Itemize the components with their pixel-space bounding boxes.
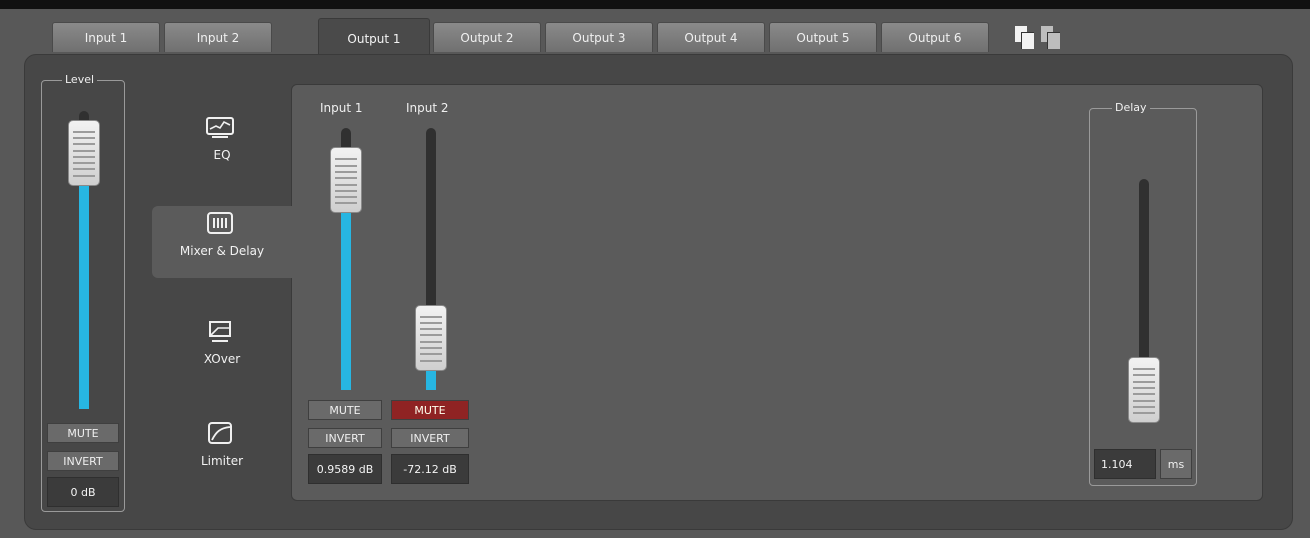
nav-item-label: XOver bbox=[203, 352, 241, 366]
tab-output-4[interactable]: Output 4 bbox=[657, 22, 765, 52]
mixer-icon bbox=[207, 212, 233, 234]
knob-grip-line bbox=[420, 340, 442, 343]
knob-grip-line bbox=[335, 189, 357, 192]
knob-grip-line bbox=[73, 143, 95, 146]
eq-icon bbox=[206, 117, 234, 138]
level-group: Level MUTE INVERT 0 dB bbox=[41, 73, 125, 512]
channel-1-value[interactable]: 0.9589 dB bbox=[308, 454, 382, 484]
tab-output-1[interactable]: Output 1 bbox=[318, 18, 430, 58]
tab-output-5[interactable]: Output 5 bbox=[769, 22, 877, 52]
channel-2-invert-button[interactable]: INVERT bbox=[391, 428, 469, 448]
knob-grip-line bbox=[73, 130, 95, 133]
level-invert-button[interactable]: INVERT bbox=[47, 451, 119, 471]
knob-grip-line bbox=[420, 321, 442, 324]
knob-grip-line bbox=[335, 170, 357, 173]
knob-grip-line bbox=[420, 359, 442, 362]
paste-icon[interactable] bbox=[1041, 26, 1060, 49]
copy-icon[interactable] bbox=[1015, 26, 1034, 49]
channel-1-invert-button[interactable]: INVERT bbox=[308, 428, 382, 448]
tab-output-3[interactable]: Output 3 bbox=[545, 22, 653, 52]
nav-item-label: Mixer & Delay bbox=[179, 244, 265, 258]
delay-label: Delay bbox=[1112, 101, 1150, 115]
channel-2-label: Input 2 bbox=[406, 101, 449, 115]
channel-1-mute-button[interactable]: MUTE bbox=[308, 400, 382, 420]
level-fader-knob[interactable] bbox=[68, 119, 100, 186]
nav-item-label: Limiter bbox=[200, 454, 244, 468]
knob-grip-line bbox=[420, 334, 442, 337]
knob-grip-line bbox=[73, 162, 95, 165]
knob-grip-line bbox=[73, 149, 95, 152]
knob-grip-line bbox=[1133, 380, 1155, 383]
nav-item-label: EQ bbox=[213, 148, 231, 162]
delay-fader-knob[interactable] bbox=[1128, 357, 1160, 424]
delay-unit-button[interactable]: ms bbox=[1160, 449, 1192, 479]
knob-grip-line bbox=[1133, 393, 1155, 396]
channel-1-fader-knob[interactable] bbox=[330, 147, 362, 214]
delay-group: Delay 1.104 ms bbox=[1089, 101, 1197, 486]
knob-grip-line bbox=[1133, 405, 1155, 408]
limiter-icon bbox=[208, 422, 232, 444]
tab-input-1[interactable]: Input 1 bbox=[52, 22, 160, 52]
knob-grip-line bbox=[1133, 374, 1155, 377]
channel-2-fader-knob[interactable] bbox=[415, 304, 447, 371]
knob-grip-line bbox=[1133, 399, 1155, 402]
nav-item-mixer-delay[interactable]: Mixer & Delay bbox=[152, 206, 292, 278]
knob-grip-line bbox=[73, 137, 95, 139]
delay-value[interactable]: 1.104 bbox=[1094, 449, 1156, 479]
level-fader-fill bbox=[79, 152, 89, 409]
knob-grip-line bbox=[420, 315, 442, 318]
level-mute-button[interactable]: MUTE bbox=[47, 423, 119, 443]
knob-grip-line bbox=[335, 202, 357, 205]
knob-grip-line bbox=[73, 174, 95, 177]
knob-grip-line bbox=[420, 328, 442, 331]
knob-grip-line bbox=[1133, 368, 1155, 371]
nav-item-limiter[interactable]: Limiter bbox=[152, 416, 292, 488]
knob-grip-line bbox=[335, 177, 357, 180]
tab-output-2[interactable]: Output 2 bbox=[433, 22, 541, 52]
knob-grip-line bbox=[420, 353, 442, 356]
crossover-icon bbox=[209, 321, 231, 342]
knob-grip-line bbox=[1133, 387, 1155, 390]
nav-item-xover[interactable]: XOver bbox=[152, 314, 292, 386]
level-label: Level bbox=[62, 73, 98, 87]
tab-bar: Input 1 Input 2 Output 1 Output 2 Output… bbox=[0, 0, 1310, 60]
knob-grip-line bbox=[335, 183, 357, 186]
knob-grip-line bbox=[335, 196, 357, 199]
tab-input-2[interactable]: Input 2 bbox=[164, 22, 272, 52]
tab-output-6[interactable]: Output 6 bbox=[881, 22, 989, 52]
nav-item-eq[interactable]: EQ bbox=[152, 110, 292, 182]
knob-grip-line bbox=[73, 155, 95, 158]
channel-2-mute-button[interactable]: MUTE bbox=[391, 400, 469, 420]
knob-grip-line bbox=[335, 158, 357, 161]
level-value[interactable]: 0 dB bbox=[47, 477, 119, 507]
channel-1-label: Input 1 bbox=[320, 101, 363, 115]
channel-2-value[interactable]: -72.12 dB bbox=[391, 454, 469, 484]
knob-grip-line bbox=[420, 347, 442, 350]
knob-grip-line bbox=[73, 168, 95, 171]
knob-grip-line bbox=[335, 164, 357, 167]
knob-grip-line bbox=[1133, 412, 1155, 415]
